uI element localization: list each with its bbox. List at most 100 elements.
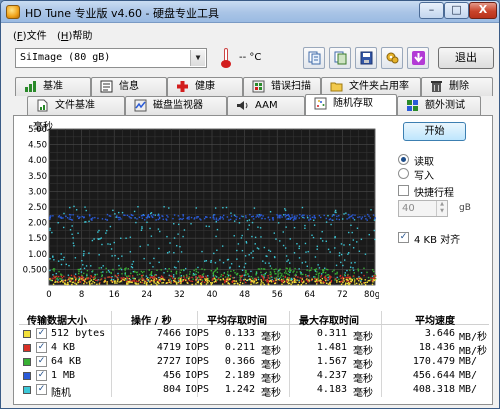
header-avg-speed: 平均速度 xyxy=(415,316,455,327)
scatter-point-随机 xyxy=(157,228,160,230)
scatter-point-4-KB xyxy=(308,275,311,277)
scatter-point-4-KB xyxy=(172,277,174,279)
scatter-point-512-bytes xyxy=(283,281,285,284)
scatter-point-随机 xyxy=(348,243,351,246)
x-tick-label: 72 xyxy=(337,290,348,300)
minimize-button[interactable]: – xyxy=(419,2,444,19)
short-stroke-checkbox[interactable] xyxy=(398,185,409,196)
scatter-point-4-KB xyxy=(191,280,194,283)
scatter-point-随机 xyxy=(219,259,221,261)
tab-info[interactable]: 信息 xyxy=(91,77,167,96)
scatter-point-512-bytes xyxy=(153,278,155,280)
scatter-point-64-KB xyxy=(169,278,171,280)
scatter-point-512-bytes xyxy=(75,278,77,281)
scatter-point-1-MB xyxy=(352,214,354,216)
scatter-point-64-KB xyxy=(251,277,254,280)
scatter-point-随机 xyxy=(158,261,160,264)
scatter-point-4-KB xyxy=(198,275,200,277)
chevron-down-icon[interactable]: ▼ xyxy=(190,50,205,66)
scatter-point-64-KB xyxy=(203,268,206,271)
row-ops-unit: IOPS xyxy=(185,384,210,395)
title-bar[interactable]: HD Tune 专业版 v4.60 - 硬盘专业工具 – □ X xyxy=(1,1,499,23)
scatter-point-1-MB xyxy=(245,215,247,217)
scatter-point-随机 xyxy=(329,251,331,253)
scatter-point-随机 xyxy=(177,260,179,263)
scatter-point-4-KB xyxy=(99,279,101,281)
copy-screen-button[interactable] xyxy=(329,47,351,69)
maximize-button[interactable]: □ xyxy=(444,2,469,19)
y-tick-label: 2.00 xyxy=(28,219,47,229)
scatter-point-4-KB xyxy=(267,280,269,282)
series-checkbox[interactable]: ✓ xyxy=(36,370,47,381)
scatter-point-随机 xyxy=(129,251,132,253)
scatter-point-1-MB xyxy=(213,214,216,216)
tab-health-label: 健康 xyxy=(195,81,215,92)
read-radio[interactable] xyxy=(398,154,409,165)
scatter-point-1-MB xyxy=(333,214,336,216)
series-checkbox[interactable]: ✓ xyxy=(36,356,47,367)
write-radio[interactable] xyxy=(398,168,409,179)
scatter-point-随机 xyxy=(145,275,148,277)
scatter-point-512-bytes xyxy=(220,279,222,281)
scatter-point-随机 xyxy=(132,270,135,273)
tab-disk-monitor[interactable]: 磁盘监视器 xyxy=(125,96,227,115)
scatter-point-512-bytes xyxy=(89,283,91,286)
scatter-point-随机 xyxy=(74,273,77,275)
series-checkbox[interactable]: ✓ xyxy=(36,342,47,353)
close-button[interactable]: X xyxy=(469,2,497,19)
tab-benchmark[interactable]: 基准 xyxy=(15,77,91,96)
tab-extra-tests[interactable]: 额外测试 xyxy=(397,96,481,115)
menu-help[interactable]: (H)帮助 xyxy=(57,27,92,42)
scatter-point-512-bytes xyxy=(358,279,360,282)
scatter-point-随机 xyxy=(306,216,309,219)
exit-button[interactable]: 退出 xyxy=(438,47,494,69)
copy-info-button[interactable] xyxy=(303,47,325,69)
menu-file[interactable]: (F)文件 xyxy=(13,27,47,42)
scatter-point-随机 xyxy=(111,255,113,257)
scatter-point-512-bytes xyxy=(119,280,122,283)
tab-file-benchmark[interactable]: 文件基准 xyxy=(27,96,125,115)
scatter-point-随机 xyxy=(293,252,296,254)
scatter-point-1-MB xyxy=(173,214,176,216)
options-button[interactable] xyxy=(381,47,403,69)
tab-health[interactable]: 健康 xyxy=(167,77,243,96)
scatter-point-随机 xyxy=(90,265,92,267)
scatter-point-512-bytes xyxy=(211,282,213,285)
scatter-point-随机 xyxy=(72,242,75,244)
scatter-point-512-bytes xyxy=(175,281,177,283)
scatter-point-1-MB xyxy=(245,216,247,219)
drive-select[interactable]: SiImage (80 gB) ▼ xyxy=(15,48,207,68)
scatter-point-随机 xyxy=(345,212,347,214)
download-button[interactable] xyxy=(407,47,429,69)
scatter-point-512-bytes xyxy=(274,282,277,285)
scatter-point-1-MB xyxy=(272,218,274,220)
scatter-point-64-KB xyxy=(327,268,329,271)
scatter-point-64-KB xyxy=(343,274,346,276)
table-row: ✓ 64 KB 2727 IOPS 0.366 毫秒 1.567 毫秒 170.479 MB/ xyxy=(19,355,489,371)
start-button[interactable]: 开始 xyxy=(403,122,466,141)
save-button[interactable] xyxy=(355,47,377,69)
scatter-point-随机 xyxy=(105,232,107,234)
tab-aam[interactable]: AAM xyxy=(227,96,305,115)
spinner-arrows-icon[interactable]: ▲ ▼ xyxy=(436,201,447,216)
series-checkbox[interactable]: ✓ xyxy=(36,328,47,339)
align-checkbox[interactable]: ✓ xyxy=(398,232,409,243)
scatter-point-64-KB xyxy=(338,278,340,281)
tab-random-access[interactable]: 随机存取 xyxy=(305,94,397,115)
scatter-point-随机 xyxy=(370,209,372,211)
scatter-point-512-bytes xyxy=(356,277,358,280)
scatter-point-随机 xyxy=(166,235,168,238)
scatter-point-64-KB xyxy=(182,275,185,277)
scatter-point-64-KB xyxy=(373,270,375,273)
scatter-point-512-bytes xyxy=(174,277,176,280)
scatter-point-随机 xyxy=(325,221,328,223)
scatter-point-64-KB xyxy=(92,270,94,272)
short-stroke-spinner[interactable]: 40 ▲ ▼ xyxy=(398,200,448,217)
scatter-point-64-KB xyxy=(269,271,272,273)
scatter-point-512-bytes xyxy=(318,280,320,282)
scatter-point-64-KB xyxy=(195,268,197,271)
tab-erase[interactable]: 删除 xyxy=(421,77,493,96)
series-checkbox[interactable]: ✓ xyxy=(36,384,47,395)
scatter-point-4-KB xyxy=(78,276,80,278)
scatter-point-64-KB xyxy=(210,269,212,272)
